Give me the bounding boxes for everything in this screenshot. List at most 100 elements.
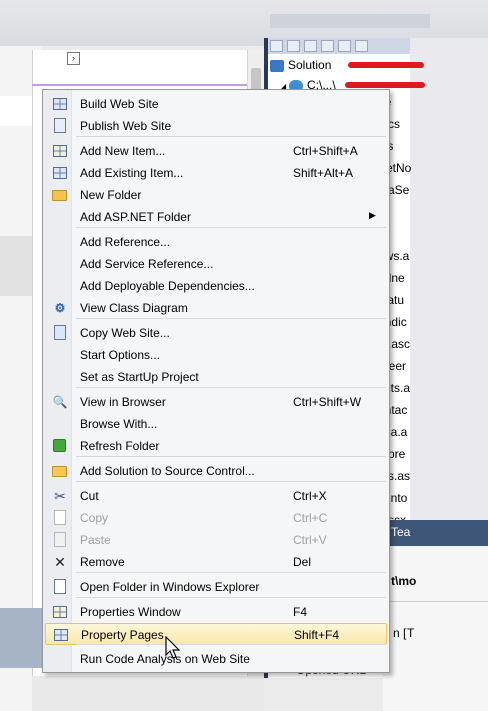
menu-separator [76,227,386,228]
paste-icon [52,532,68,548]
property-pages-icon [53,627,69,643]
menu-separator [76,597,386,598]
toolbar-icon[interactable] [270,40,283,52]
copy-icon [52,510,68,526]
menu-item-shortcut: F4 [293,605,308,619]
menu-item-add-existing-item[interactable]: Add Existing Item... Shift+Alt+A [45,162,387,184]
toolbar-icon[interactable] [355,40,368,52]
menu-item-build-web-site[interactable]: Build Web Site [45,93,387,115]
menu-item-view-class-diagram[interactable]: ⚙ View Class Diagram [45,297,387,319]
menu-item-run-code-analysis-on-web-site[interactable]: Run Code Analysis on Web Site [45,648,387,670]
menu-item-paste[interactable]: Paste Ctrl+V [45,529,387,551]
menu-item-copy-web-site[interactable]: Copy Web Site... [45,322,387,344]
menu-item-label: New Folder [80,188,142,202]
menu-item-label: Copy Web Site... [80,326,170,340]
toolbar-icon[interactable] [321,40,334,52]
menu-item-add-service-reference[interactable]: Add Service Reference... [45,253,387,275]
menu-item-shortcut: Ctrl+Shift+W [293,395,362,409]
properties-area: t\mo n [ T [383,546,488,711]
menu-separator [76,456,386,457]
menu-item-refresh-folder[interactable]: Refresh Folder [45,435,387,457]
menu-separator [76,481,386,482]
menu-item-label: Add Deployable Dependencies... [80,279,255,293]
menu-item-add-solution-to-source-control[interactable]: Add Solution to Source Control... [45,460,387,482]
menu-item-label: Start Options... [80,348,161,362]
menu-item-label: Copy [80,511,109,525]
menu-item-remove[interactable]: ✕ Remove Del [45,551,387,573]
menu-item-label: Add ASP.NET Folder [80,210,191,224]
menu-item-add-asp-net-folder[interactable]: Add ASP.NET Folder ▶ [45,206,387,228]
menu-item-properties-window[interactable]: Properties Window F4 [45,601,387,623]
redaction-mark [345,82,425,88]
menu-item-add-reference[interactable]: Add Reference... [45,231,387,253]
menu-item-shortcut: Ctrl+Shift+A [293,144,358,158]
properties-grid: n [ T [383,601,488,691]
menu-item-label: Add Solution to Source Control... [80,464,255,478]
menu-item-label: View Class Diagram [80,301,188,315]
toolbar-icon[interactable] [287,40,300,52]
menu-item-add-deployable-dependencies[interactable]: Add Deployable Dependencies... [45,275,387,297]
menu-item-label: Property Pages [81,628,164,642]
menu-item-shortcut: Shift+Alt+A [293,166,354,180]
menu-item-cut[interactable]: ✂ Cut Ctrl+X [45,485,387,507]
toolbar-icon[interactable] [338,40,351,52]
path-fragment: t\mo [391,574,417,588]
menu-item-shortcut: Ctrl+V [293,533,327,547]
menu-item-shortcut: Ctrl+X [293,489,327,503]
grid-col-1: n [ [393,626,407,640]
menu-item-view-in-browser[interactable]: 🔍 View in Browser Ctrl+Shift+W [45,391,387,413]
properties-icon [52,604,68,620]
expand-icon[interactable]: › [67,52,80,65]
toolbar-icon[interactable] [304,40,317,52]
redaction-mark [348,62,424,68]
menu-item-label: Add Existing Item... [80,166,184,180]
menu-item-label: Add New Item... [80,144,166,158]
menu-item-label: Paste [80,533,111,547]
cut-icon: ✂ [54,488,66,504]
existing-item-icon [52,165,68,181]
publish-icon [52,118,68,134]
menu-item-publish-web-site[interactable]: Publish Web Site [45,115,387,137]
menu-item-property-pages[interactable]: Property Pages Shift+F4 [45,623,387,645]
context-menu: Build Web Site Publish Web Site Add New It… [42,89,390,673]
menu-item-new-folder[interactable]: New Folder [45,184,387,206]
menu-item-start-options[interactable]: Start Options... [45,344,387,366]
menu-item-label: Browse With... [80,417,158,431]
team-tab[interactable]: Tea [391,525,410,539]
menu-item-label: Remove [80,555,125,569]
menu-item-open-folder-in-windows-explorer[interactable]: Open Folder in Windows Explorer [45,576,387,598]
build-icon [52,96,68,112]
menu-separator [76,318,386,319]
menu-separator [76,136,386,137]
team-explorer-tab-bar: Tea [383,520,488,546]
open-folder-icon [52,579,68,595]
menu-separator [76,644,386,645]
menu-item-label: Add Reference... [80,235,171,249]
menu-item-label: Set as StartUp Project [80,370,199,384]
menu-item-label: Cut [80,489,99,503]
folder-icon [52,187,68,203]
remove-icon: ✕ [54,554,66,570]
menu-item-browse-with[interactable]: Browse With... [45,413,387,435]
mouse-cursor-icon [165,636,181,659]
menu-item-set-as-startup-project[interactable]: Set as StartUp Project [45,366,387,388]
source-control-icon [52,463,68,479]
solution-node[interactable]: Solution [270,58,331,80]
menu-item-shortcut: Shift+F4 [294,628,340,642]
bottom-left-panel [0,608,42,668]
copy-web-icon [52,325,68,341]
menu-item-add-new-item[interactable]: Add New Item... Ctrl+Shift+A [45,140,387,162]
class-diagram-icon: ⚙ [54,301,66,315]
menu-item-shortcut: Del [293,555,312,569]
grid-col-2: T [407,626,415,640]
menu-item-label: Publish Web Site [80,119,172,133]
menu-item-copy[interactable]: Copy Ctrl+C [45,507,387,529]
menu-item-label: View in Browser [80,395,166,409]
submenu-arrow-icon: ▶ [369,210,376,220]
editor-bottom-bar [32,676,264,711]
blurred-toolbar [270,14,430,28]
menu-item-label: Add Service Reference... [80,257,214,271]
menu-item-label: Open Folder in Windows Explorer [80,580,260,594]
menu-separator [76,572,386,573]
menu-item-label: Refresh Folder [80,439,160,453]
